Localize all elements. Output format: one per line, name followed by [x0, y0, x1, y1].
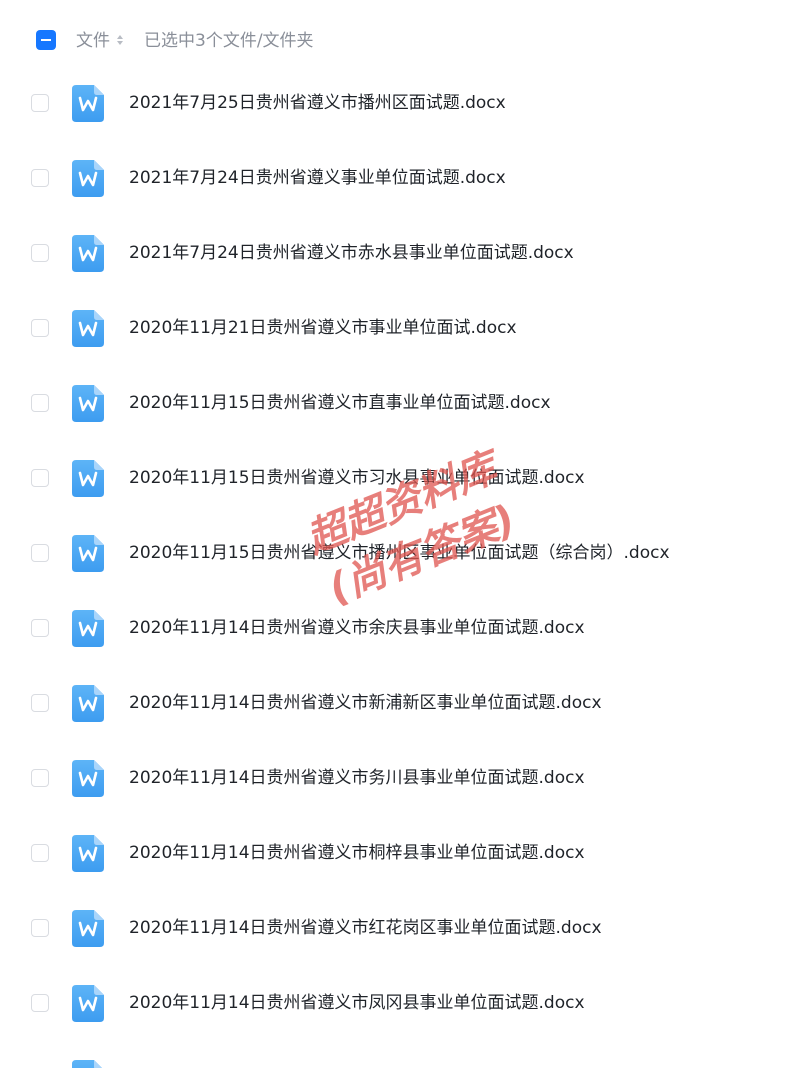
file-row[interactable]: 2020年11月21日贵州省遵义市事业单位面试.docx: [0, 291, 800, 366]
file-name[interactable]: 2020年11月15日贵州省遵义市播州区事业单位面试题（综合岗）.docx: [129, 542, 670, 564]
file-checkbox[interactable]: [31, 619, 49, 637]
word-doc-icon: [72, 85, 104, 122]
file-checkbox[interactable]: [31, 169, 49, 187]
file-row[interactable]: 2020年11月14日贵州省遵义市余庆县事业单位面试题.docx: [0, 591, 800, 666]
file-name[interactable]: 2020年11月14日贵州省遵义市务川县事业单位面试题.docx: [129, 767, 585, 789]
select-all-checkbox[interactable]: [36, 30, 56, 50]
file-name[interactable]: 2020年11月14日贵州省遵义市凤冈县事业单位面试题.docx: [129, 992, 585, 1014]
file-row[interactable]: 2021年7月25日贵州省遵义市播州区面试题.docx: [0, 66, 800, 141]
selection-count: 已选中3个文件/文件夹: [144, 31, 314, 51]
file-row[interactable]: 2020年11月14日贵州省遵义市新浦新区事业单位面试题.docx: [0, 666, 800, 741]
file-row[interactable]: 2020年11月14日贵州省遵义市桐梓县事业单位面试题.docx: [0, 816, 800, 891]
file-checkbox[interactable]: [31, 94, 49, 112]
file-checkbox[interactable]: [31, 469, 49, 487]
file-row[interactable]: 2020年11月14日贵州省遵义市务川县事业单位面试题.docx: [0, 741, 800, 816]
file-name[interactable]: 2021年7月24日贵州省遵义事业单位面试题.docx: [129, 167, 506, 189]
file-name[interactable]: 2020年11月14日贵州省遵义市桐梓县事业单位面试题.docx: [129, 842, 585, 864]
word-doc-icon: [72, 460, 104, 497]
file-row[interactable]: 2021年7月24日贵州省遵义事业单位面试题.docx: [0, 141, 800, 216]
file-checkbox[interactable]: [31, 319, 49, 337]
word-doc-icon: [72, 385, 104, 422]
word-doc-icon: [72, 610, 104, 647]
file-row[interactable]: [0, 1041, 800, 1068]
file-checkbox[interactable]: [31, 544, 49, 562]
sort-icon[interactable]: [116, 32, 124, 48]
word-doc-icon: [72, 760, 104, 797]
column-header-file[interactable]: 文件: [76, 30, 110, 52]
file-row[interactable]: 2021年7月24日贵州省遵义市赤水县事业单位面试题.docx: [0, 216, 800, 291]
file-name[interactable]: 2020年11月21日贵州省遵义市事业单位面试.docx: [129, 317, 517, 339]
word-doc-icon: [72, 310, 104, 347]
file-row[interactable]: 2020年11月14日贵州省遵义市红花岗区事业单位面试题.docx: [0, 891, 800, 966]
file-row[interactable]: 2020年11月15日贵州省遵义市播州区事业单位面试题（综合岗）.docx: [0, 516, 800, 591]
file-row[interactable]: 2020年11月14日贵州省遵义市凤冈县事业单位面试题.docx: [0, 966, 800, 1041]
file-checkbox[interactable]: [31, 994, 49, 1012]
file-row[interactable]: 2020年11月15日贵州省遵义市直事业单位面试题.docx: [0, 366, 800, 441]
word-doc-icon: [72, 1060, 102, 1068]
file-name[interactable]: 2021年7月24日贵州省遵义市赤水县事业单位面试题.docx: [129, 242, 574, 264]
word-doc-icon: [72, 235, 104, 272]
file-name[interactable]: 2020年11月14日贵州省遵义市新浦新区事业单位面试题.docx: [129, 692, 602, 714]
file-checkbox[interactable]: [31, 394, 49, 412]
file-checkbox[interactable]: [31, 694, 49, 712]
word-doc-icon: [72, 835, 104, 872]
file-checkbox[interactable]: [31, 244, 49, 262]
word-doc-icon: [72, 160, 104, 197]
file-checkbox[interactable]: [31, 844, 49, 862]
word-doc-icon: [72, 685, 104, 722]
file-name[interactable]: 2020年11月14日贵州省遵义市余庆县事业单位面试题.docx: [129, 617, 585, 639]
word-doc-icon: [72, 985, 104, 1022]
word-doc-icon: [72, 910, 104, 947]
file-name[interactable]: 2021年7月25日贵州省遵义市播州区面试题.docx: [129, 92, 506, 114]
file-checkbox[interactable]: [31, 919, 49, 937]
file-checkbox[interactable]: [31, 769, 49, 787]
file-row[interactable]: 2020年11月15日贵州省遵义市习水县事业单位面试题.docx: [0, 441, 800, 516]
word-doc-icon: [72, 535, 104, 572]
file-name[interactable]: 2020年11月15日贵州省遵义市直事业单位面试题.docx: [129, 392, 551, 414]
file-name[interactable]: 2020年11月14日贵州省遵义市红花岗区事业单位面试题.docx: [129, 917, 602, 939]
file-name[interactable]: 2020年11月15日贵州省遵义市习水县事业单位面试题.docx: [129, 467, 585, 489]
